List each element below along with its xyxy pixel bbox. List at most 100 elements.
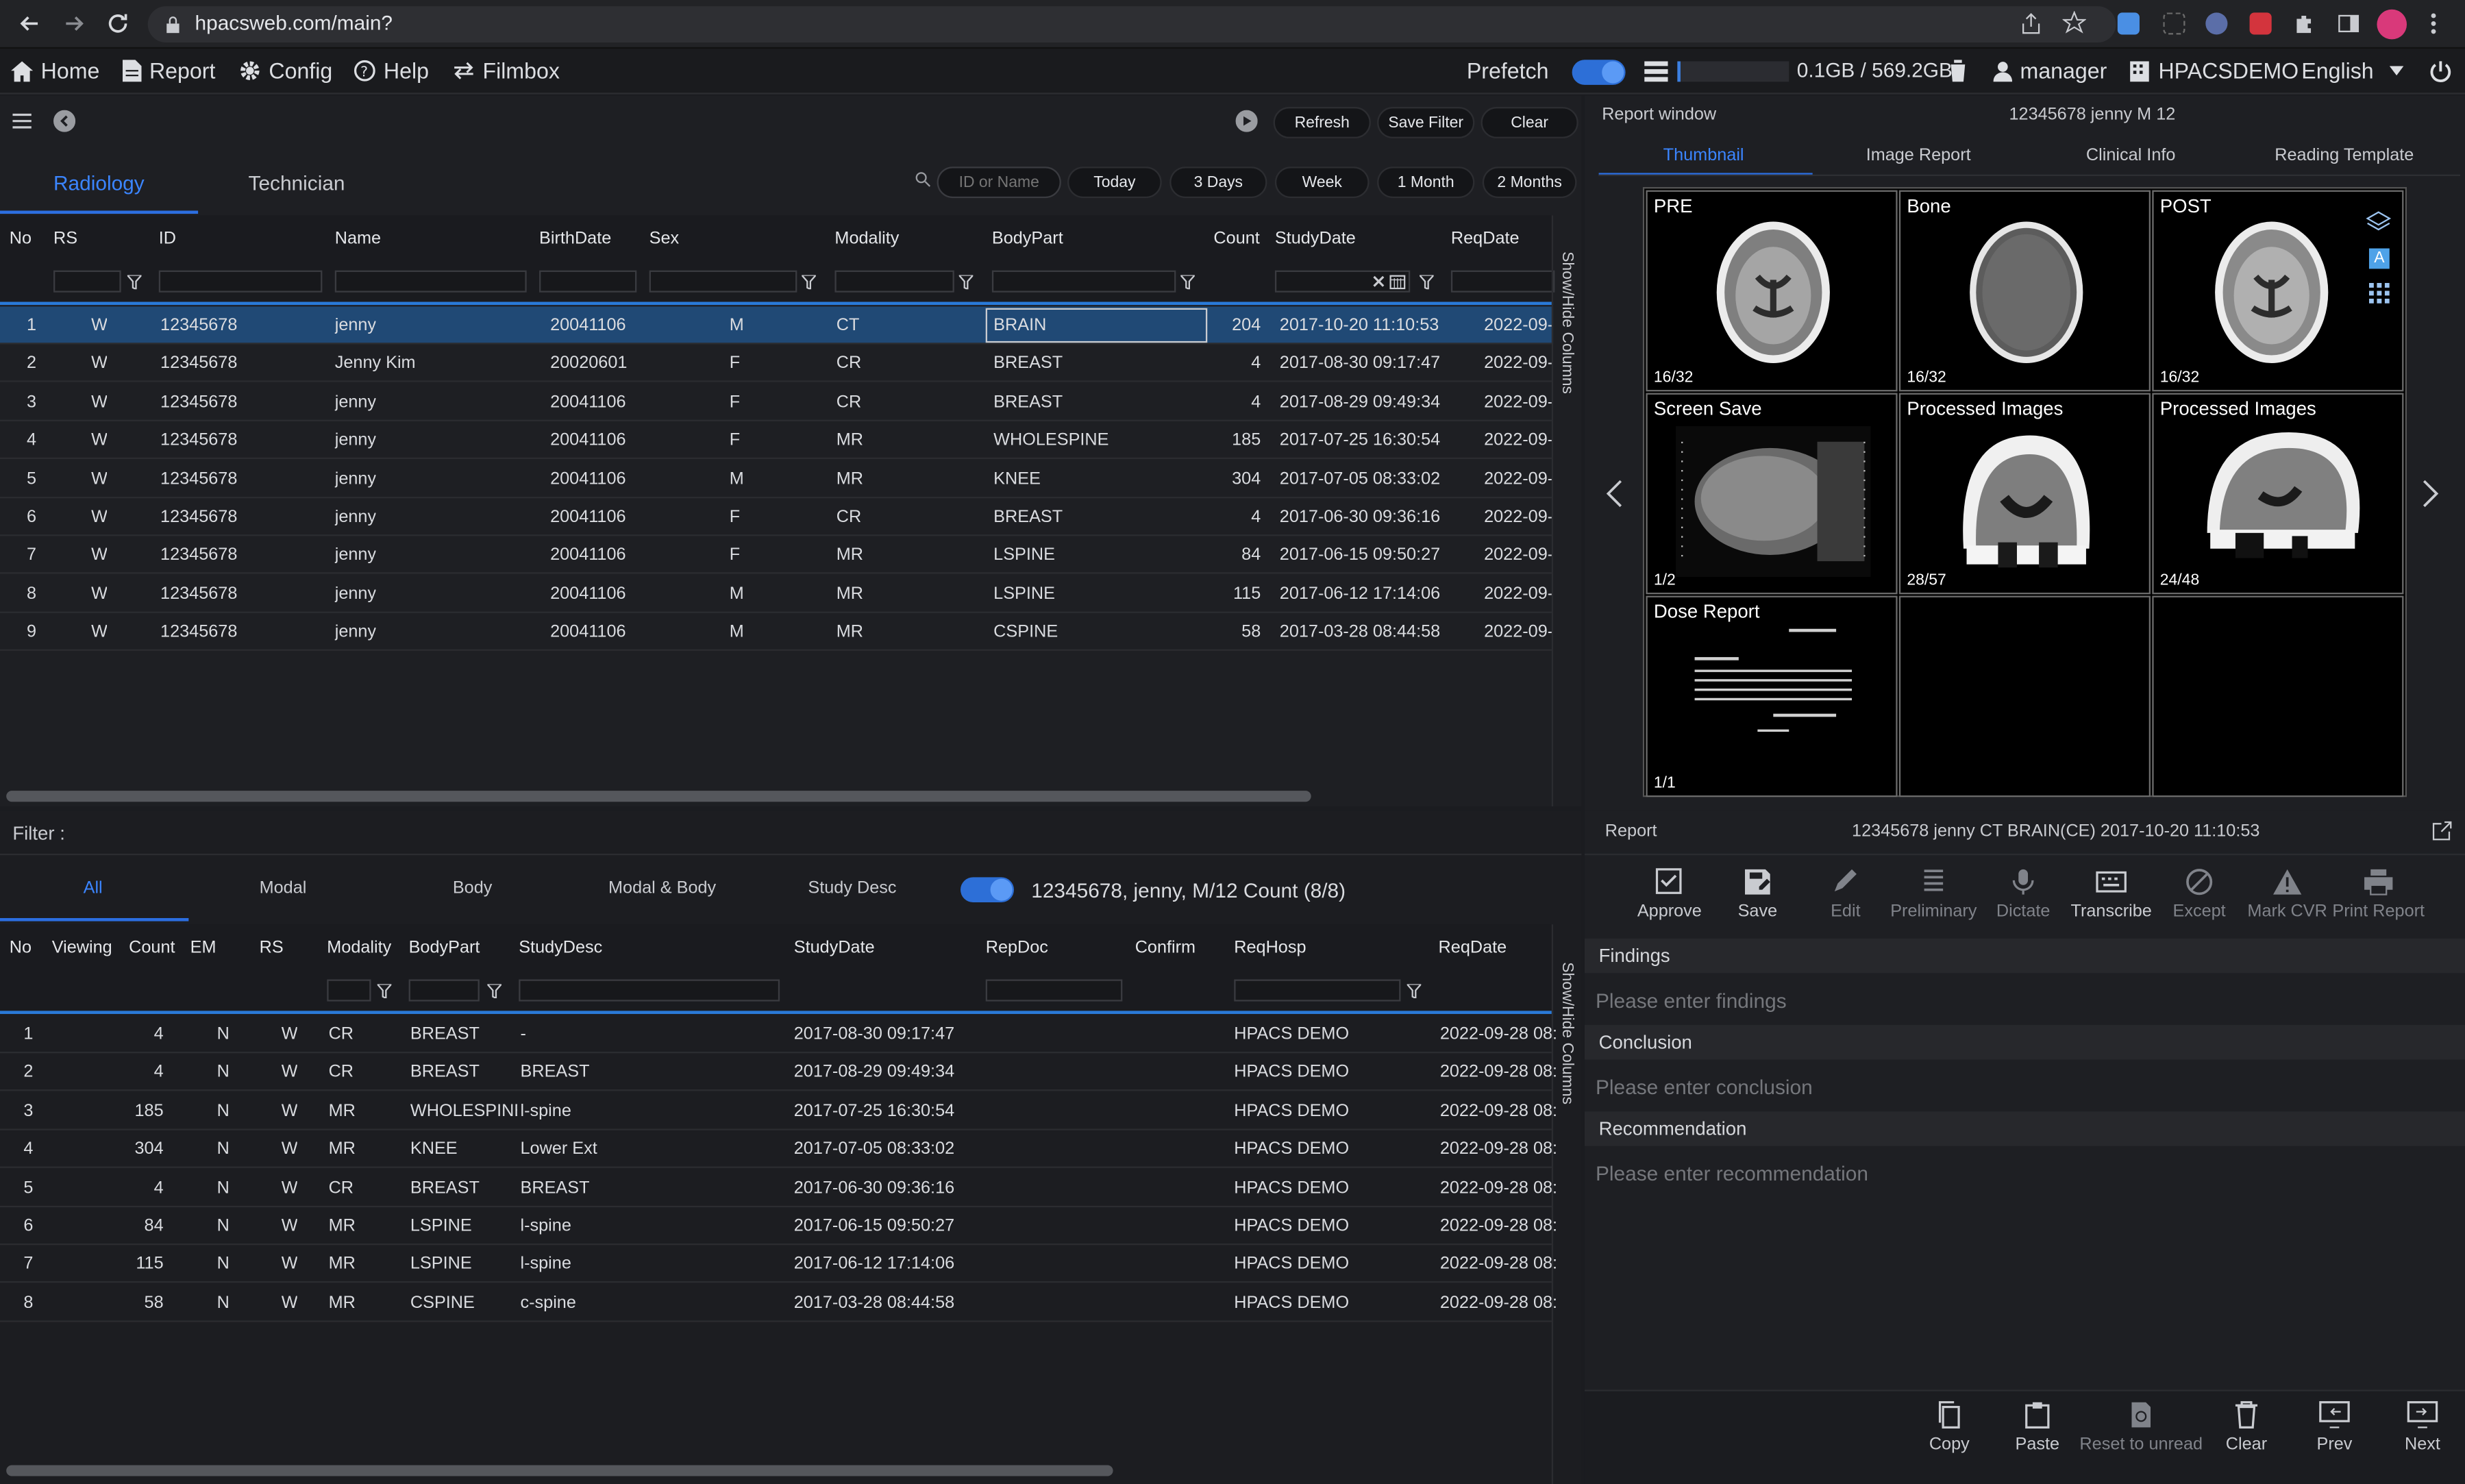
chevron-right-icon[interactable] (2421, 480, 2440, 508)
hcol-reqhosp[interactable]: ReqHosp (1234, 939, 1306, 958)
col-reqdate[interactable]: ReqDate (1451, 230, 1520, 249)
save-button[interactable]: Save (1711, 868, 1805, 922)
filter-icon[interactable] (127, 275, 142, 290)
thumbnail-pre[interactable]: PRE 16/32 (1646, 190, 1898, 392)
hfilter-repdoc-input[interactable] (985, 979, 1123, 1002)
screenshot-extension-icon[interactable] (2163, 12, 2185, 35)
search-input[interactable] (937, 166, 1061, 199)
tab-technician[interactable]: Technician (249, 171, 345, 195)
copy-button[interactable]: Copy (1902, 1400, 1996, 1454)
hamburger-icon[interactable] (12, 113, 32, 129)
back-icon[interactable] (17, 11, 42, 36)
table-row[interactable]: 3 W 12345678 jenny 20041106 F CR BREAST 4 2017-08… (0, 383, 1553, 421)
col-name[interactable]: Name (335, 230, 381, 249)
filter-name-input[interactable] (334, 270, 527, 293)
power-icon[interactable] (2429, 60, 2452, 83)
play-icon[interactable] (1235, 110, 1258, 132)
layers-icon[interactable] (2366, 210, 2392, 232)
history-horizontal-scrollbar[interactable] (6, 1465, 1113, 1476)
col-id[interactable]: ID (159, 230, 176, 249)
extension-icon[interactable] (2249, 12, 2272, 35)
hcol-count[interactable]: Count (129, 939, 175, 958)
menu-report[interactable]: Report (122, 58, 215, 84)
history-tab-body[interactable]: Body (453, 879, 493, 898)
show-hide-columns-toggle[interactable]: Show/Hide Columns (1558, 962, 1575, 1150)
worklist-horizontal-scrollbar[interactable] (6, 791, 1311, 802)
hcol-em[interactable]: EM (190, 939, 216, 958)
filter-birthdate-input[interactable] (539, 270, 637, 293)
share-icon[interactable] (2020, 12, 2042, 34)
col-studydate[interactable]: StudyDate (1275, 230, 1356, 249)
tab-reading-template[interactable]: Reading Template (2275, 146, 2414, 165)
history-tab-modal-body[interactable]: Modal & Body (608, 879, 716, 898)
table-row[interactable]: 4 304 N W MR KNEE Lower Ext 2017-07-05 08:33:02… (0, 1130, 1557, 1169)
table-row[interactable]: 6 84 N W MR LSPINE l-spine 2017-06-15 09:50:27 H… (0, 1207, 1557, 1246)
popout-icon[interactable] (2432, 821, 2453, 841)
col-count[interactable]: Count (1213, 230, 1259, 249)
thumbnail-post[interactable]: A POST 16/32 (2152, 190, 2404, 392)
refresh-button[interactable]: Refresh (1273, 107, 1371, 138)
thumbnail-processed-images-2[interactable]: Processed Images 24/48 (2152, 393, 2404, 595)
paste-button[interactable]: Paste (1990, 1400, 2085, 1454)
hfilter-modality-input[interactable] (327, 979, 371, 1002)
hfilter-bodypart-input[interactable] (408, 979, 480, 1002)
table-row[interactable]: 1 4 N W CR BREAST - 2017-08-30 09:17:47 HPACS DE… (0, 1015, 1557, 1054)
hfilter-reqhosp-input[interactable] (1234, 979, 1401, 1002)
range-1month-button[interactable]: 1 Month (1377, 166, 1475, 199)
url-text[interactable]: hpacsweb.com/main? (195, 11, 393, 34)
thumbnail-screen-save[interactable]: Screen Save 1/2 (1646, 393, 1898, 595)
tab-thumbnail[interactable]: Thumbnail (1663, 146, 1744, 165)
puzzle-icon[interactable] (2294, 12, 2316, 34)
dictate-button[interactable]: Dictate (1976, 868, 2070, 922)
range-week-button[interactable]: Week (1274, 166, 1370, 199)
findings-input[interactable]: Please enter findings (1596, 989, 1787, 1012)
table-row[interactable]: 4 W 12345678 jenny 20041106 F MR WHOLESPINE 185 2… (0, 421, 1553, 460)
hcol-confirm[interactable]: Confirm (1135, 939, 1196, 958)
address-bar[interactable] (147, 6, 2116, 42)
menu-filmbox[interactable]: Filmbox (453, 58, 560, 84)
language-select[interactable]: English (2301, 58, 2404, 84)
table-row[interactable]: 7 W 12345678 jenny 20041106 F MR LSPINE 84 2017-0… (0, 536, 1553, 575)
sidepanel-icon[interactable] (2338, 12, 2359, 34)
hcol-modality[interactable]: Modality (327, 939, 391, 958)
show-hide-columns-toggle[interactable]: Show/Hide Columns (1558, 251, 1575, 440)
bookmark-star-icon[interactable] (2062, 11, 2086, 34)
calendar-icon[interactable] (1389, 273, 1406, 290)
grid-icon[interactable] (2368, 283, 2390, 304)
thumbnail-processed-images-1[interactable]: Processed Images 28/57 (1898, 393, 2151, 595)
more-icon[interactable] (2430, 12, 2436, 34)
table-row[interactable]: 8 58 N W MR CSPINE c-spine 2017-03-28 08:44:58 H… (0, 1284, 1557, 1322)
col-bodypart[interactable]: BodyPart (992, 230, 1063, 249)
transcribe-button[interactable]: Transcribe (2064, 868, 2159, 922)
col-rs[interactable]: RS (53, 230, 77, 249)
filter-rs-input[interactable] (53, 270, 121, 293)
history-tab-study-desc[interactable]: Study Desc (808, 879, 896, 898)
thumbnail-bone[interactable]: Bone 16/32 (1898, 190, 2151, 392)
approve-button[interactable]: Approve (1622, 868, 1717, 922)
hcol-viewing[interactable]: Viewing (52, 939, 112, 958)
thumbnail-dose-report[interactable]: Dose Report 1/1 (1646, 595, 1898, 797)
history-tab-modal[interactable]: Modal (260, 879, 307, 898)
filter-bodypart-input[interactable] (991, 270, 1176, 293)
prev-button[interactable]: Prev (2288, 1400, 2382, 1454)
range-today-button[interactable]: Today (1067, 166, 1162, 199)
clear-x-icon[interactable] (1372, 275, 1385, 288)
prefetch-toggle[interactable] (1572, 60, 1626, 85)
edit-button[interactable]: Edit (1798, 868, 1893, 922)
preliminary-button[interactable]: Preliminary (1887, 868, 1981, 922)
filter-icon[interactable] (958, 275, 974, 290)
extension-icon[interactable] (2117, 12, 2140, 35)
annotation-a-icon[interactable]: A (2368, 248, 2390, 269)
col-no[interactable]: No (10, 230, 32, 249)
filter-id-input[interactable] (158, 270, 323, 293)
hcol-rs[interactable]: RS (260, 939, 284, 958)
hcol-no[interactable]: No (10, 939, 32, 958)
save-filter-button[interactable]: Save Filter (1377, 107, 1475, 138)
tab-clinical-info[interactable]: Clinical Info (2086, 146, 2175, 165)
table-row[interactable]: 6 W 12345678 jenny 20041106 F CR BREAST 4 2017-06… (0, 498, 1553, 536)
hcol-studydesc[interactable]: StudyDesc (519, 939, 602, 958)
range-3days-button[interactable]: 3 Days (1169, 166, 1267, 199)
clear-button[interactable]: Clear (1481, 107, 1578, 138)
forward-icon[interactable] (61, 11, 86, 36)
table-row[interactable]: 7 115 N W MR LSPINE l-spine 2017-06-12 17:14:06… (0, 1246, 1557, 1284)
